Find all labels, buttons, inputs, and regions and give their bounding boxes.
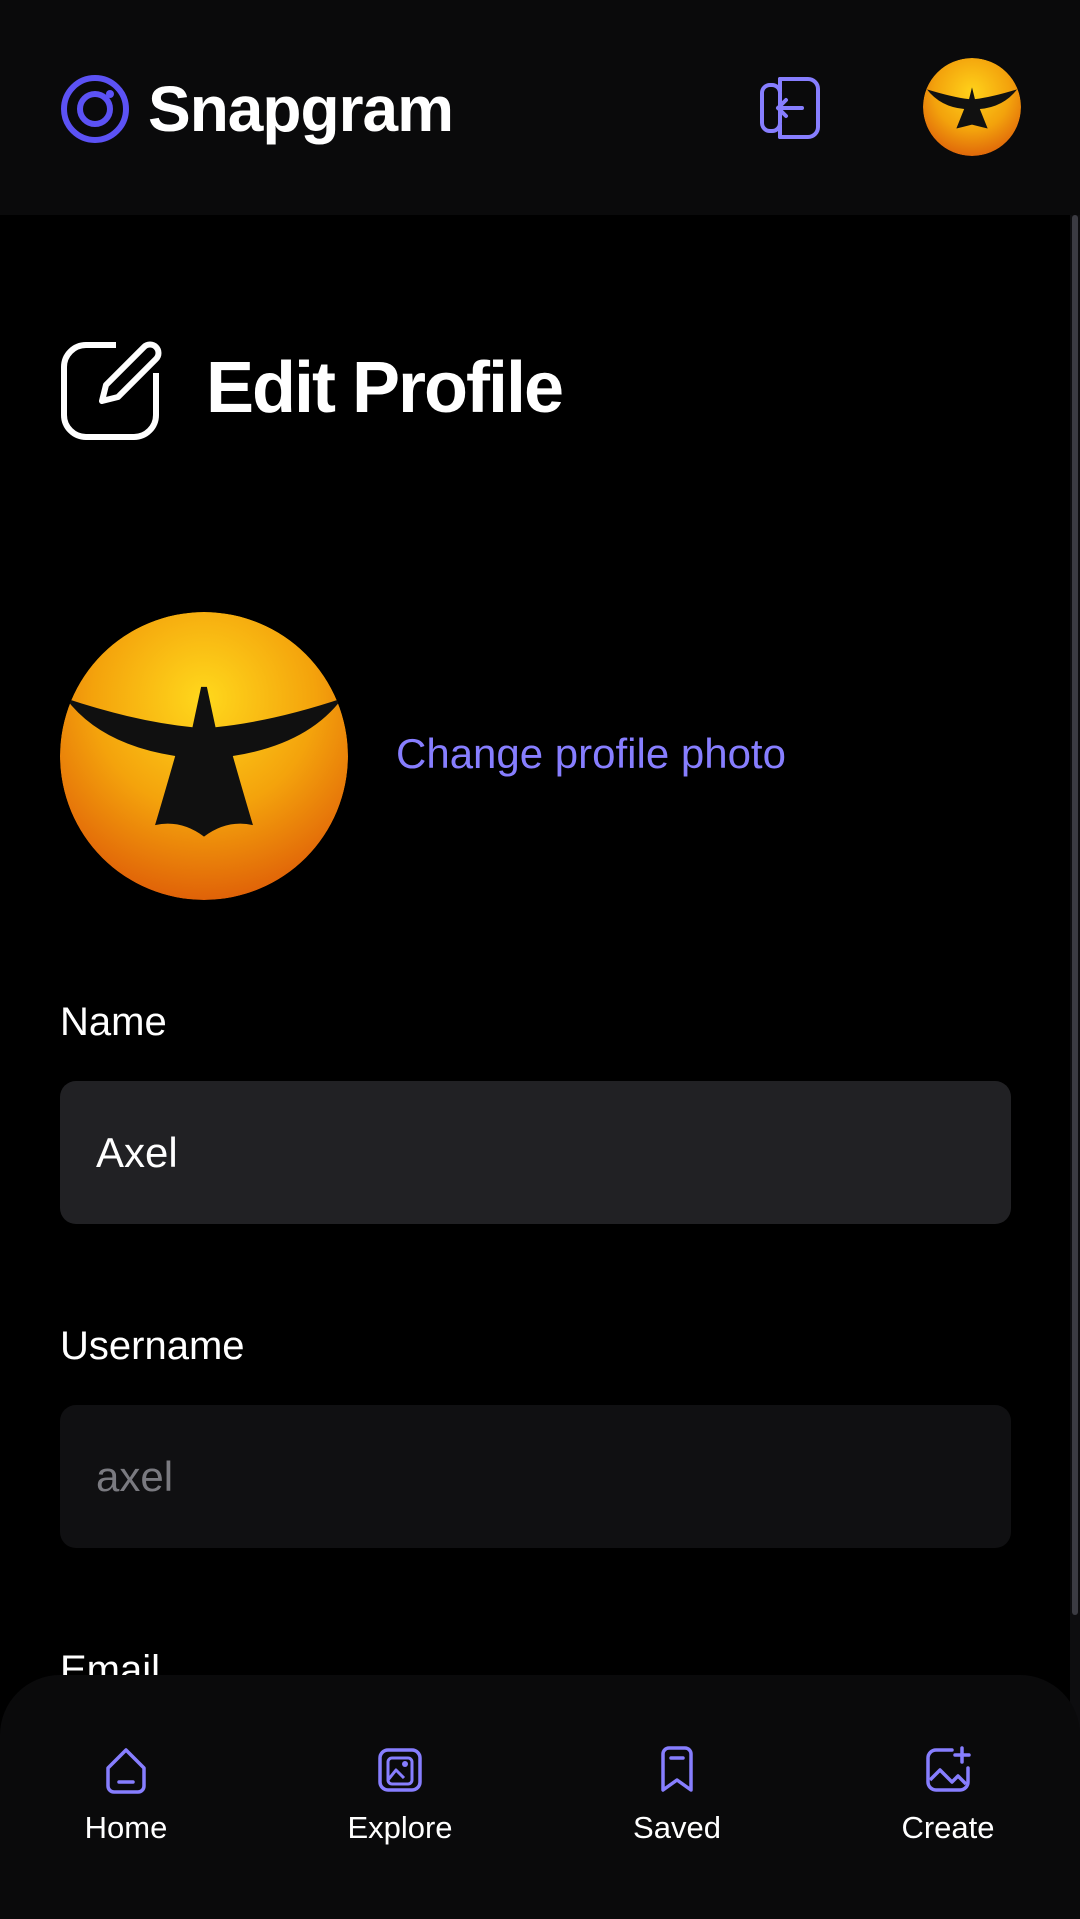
create-image-icon [926,1746,971,1792]
name-label: Name [60,1000,167,1044]
page-title: Edit Profile [206,348,564,428]
bookmark-icon [661,1746,693,1792]
nav-saved-label: Saved [633,1810,721,1845]
scrollbar-thumb[interactable] [1072,215,1078,1615]
bottom-nav: Home Explore Saved Create [0,1675,1080,1919]
top-bar: Snapgram [0,0,1080,215]
header-avatar[interactable] [923,58,1021,156]
brand[interactable]: Snapgram [60,72,454,146]
bird-silhouette-profile-image [60,612,348,900]
nav-explore[interactable]: Explore [315,1744,485,1874]
bird-silhouette-avatar-icon [923,58,1021,156]
snapgram-logo-icon [61,75,129,143]
nav-saved[interactable]: Saved [592,1744,762,1874]
explore-icon [378,1748,422,1792]
nav-home[interactable]: Home [41,1744,211,1874]
logout-button[interactable] [752,70,828,146]
nav-home-label: Home [84,1810,168,1845]
page-scrollbar[interactable] [1070,215,1080,1875]
nav-create-label: Create [901,1810,995,1845]
page-header: Edit Profile [60,335,564,441]
logout-icon [760,77,820,139]
nav-explore-label: Explore [347,1810,453,1845]
name-input[interactable] [60,1081,1011,1224]
username-input[interactable] [60,1405,1011,1548]
nav-create[interactable]: Create [863,1744,1033,1874]
edit-square-icon [61,335,166,440]
home-icon [106,1748,146,1794]
profile-photo[interactable] [60,612,348,900]
username-label: Username [60,1324,245,1368]
change-profile-photo-link[interactable]: Change profile photo [396,730,786,778]
app-name: Snapgram [148,73,454,145]
